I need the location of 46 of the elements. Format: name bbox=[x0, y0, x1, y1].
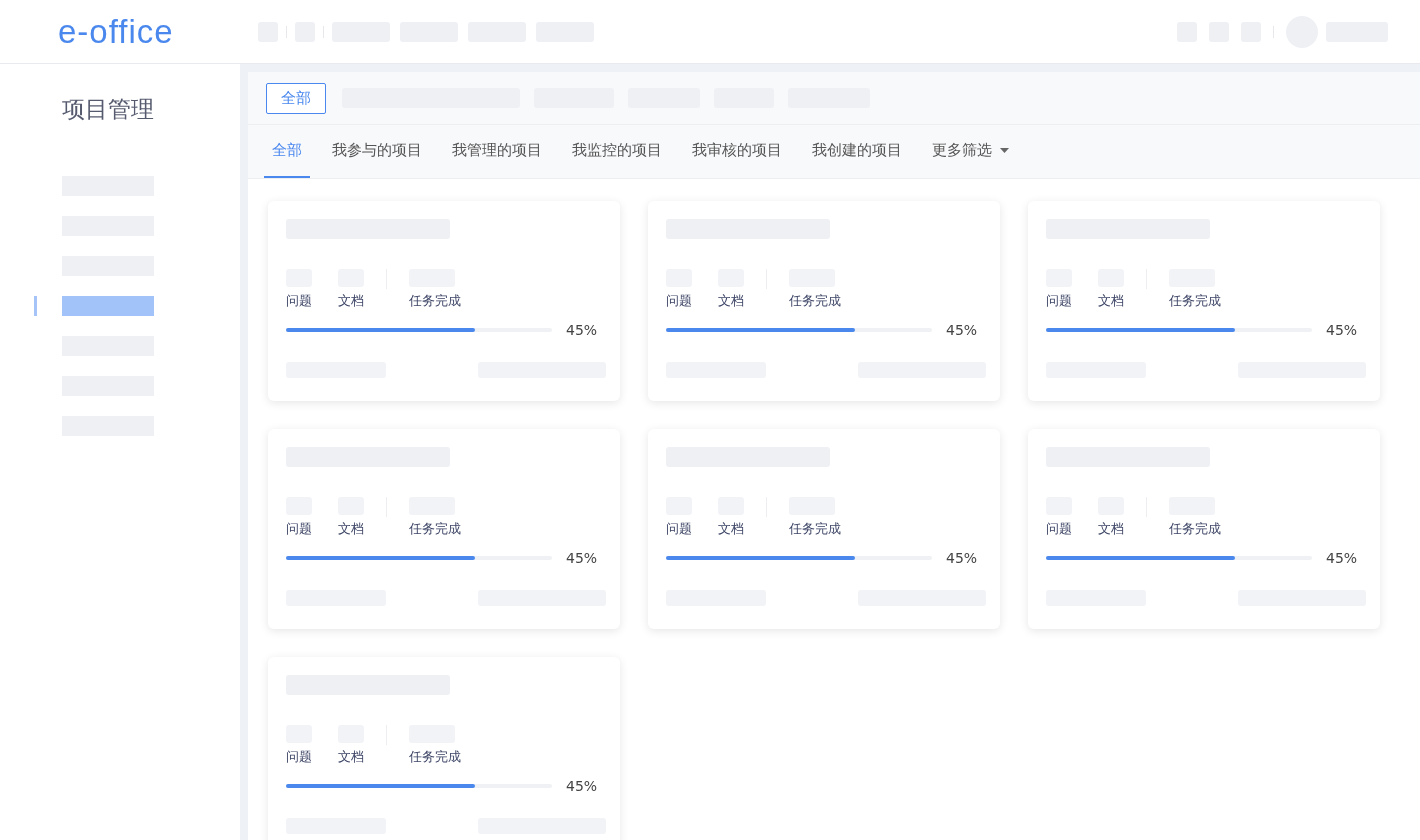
progress-percent: 45% bbox=[946, 550, 978, 566]
stat-label: 问题 bbox=[1046, 520, 1073, 538]
progress-percent: 45% bbox=[566, 550, 598, 566]
stat-label: 问题 bbox=[286, 520, 313, 538]
stat-label: 文档 bbox=[338, 520, 365, 538]
project-card[interactable]: 问题 文档 任务完成 45% bbox=[1028, 429, 1380, 629]
stat-label: 任务完成 bbox=[409, 520, 462, 538]
stat-label: 问题 bbox=[666, 292, 693, 310]
selection-indicator bbox=[34, 296, 37, 316]
project-card[interactable]: 问题 文档 任务完成 45% bbox=[268, 429, 620, 629]
tab[interactable]: 我审核的项目 bbox=[684, 125, 790, 178]
tab[interactable]: 我创建的项目 bbox=[804, 125, 910, 178]
progress-percent: 45% bbox=[1326, 550, 1358, 566]
tab[interactable]: 我管理的项目 bbox=[444, 125, 550, 178]
stat-label: 文档 bbox=[718, 520, 745, 538]
tab[interactable]: 我参与的项目 bbox=[324, 125, 430, 178]
progress-percent: 45% bbox=[1326, 322, 1358, 338]
progress-percent: 45% bbox=[566, 322, 598, 338]
stat-label: 问题 bbox=[286, 292, 313, 310]
project-card[interactable]: 问题 文档 任务完成 45% bbox=[648, 429, 1000, 629]
stat-label: 任务完成 bbox=[1169, 292, 1222, 310]
progress-percent: 45% bbox=[946, 322, 978, 338]
stat-label: 文档 bbox=[338, 292, 365, 310]
stat-label: 任务完成 bbox=[409, 292, 462, 310]
stat-label: 文档 bbox=[718, 292, 745, 310]
stat-label: 文档 bbox=[338, 748, 365, 766]
sidebar-title: 项目管理 bbox=[61, 95, 155, 124]
tab[interactable]: 我监控的项目 bbox=[564, 125, 670, 178]
caret-icon bbox=[1000, 148, 1009, 153]
stat-label: 任务完成 bbox=[1169, 520, 1222, 538]
project-card[interactable]: 问题 文档 任务完成 45% bbox=[1028, 201, 1380, 401]
stat-label: 文档 bbox=[1098, 292, 1125, 310]
filter-dropdown[interactable]: 更多筛选 bbox=[924, 125, 1017, 178]
stat-label: 文档 bbox=[1098, 520, 1125, 538]
stat-label: 问题 bbox=[1046, 292, 1073, 310]
project-card[interactable]: 问题 文档 任务完成 45% bbox=[268, 657, 620, 840]
sidebar-item[interactable] bbox=[62, 296, 154, 316]
stat-label: 任务完成 bbox=[789, 292, 842, 310]
stat-label: 问题 bbox=[286, 748, 313, 766]
stat-label: 任务完成 bbox=[409, 748, 462, 766]
stat-label: 任务完成 bbox=[789, 520, 842, 538]
progress-percent: 45% bbox=[566, 778, 598, 794]
all-button[interactable]: 全部 bbox=[266, 82, 326, 114]
project-card[interactable]: 问题 文档 任务完成 45% bbox=[648, 201, 1000, 401]
stat-label: 问题 bbox=[666, 520, 693, 538]
project-card[interactable]: 问题 文档 任务完成 45% bbox=[268, 201, 620, 401]
